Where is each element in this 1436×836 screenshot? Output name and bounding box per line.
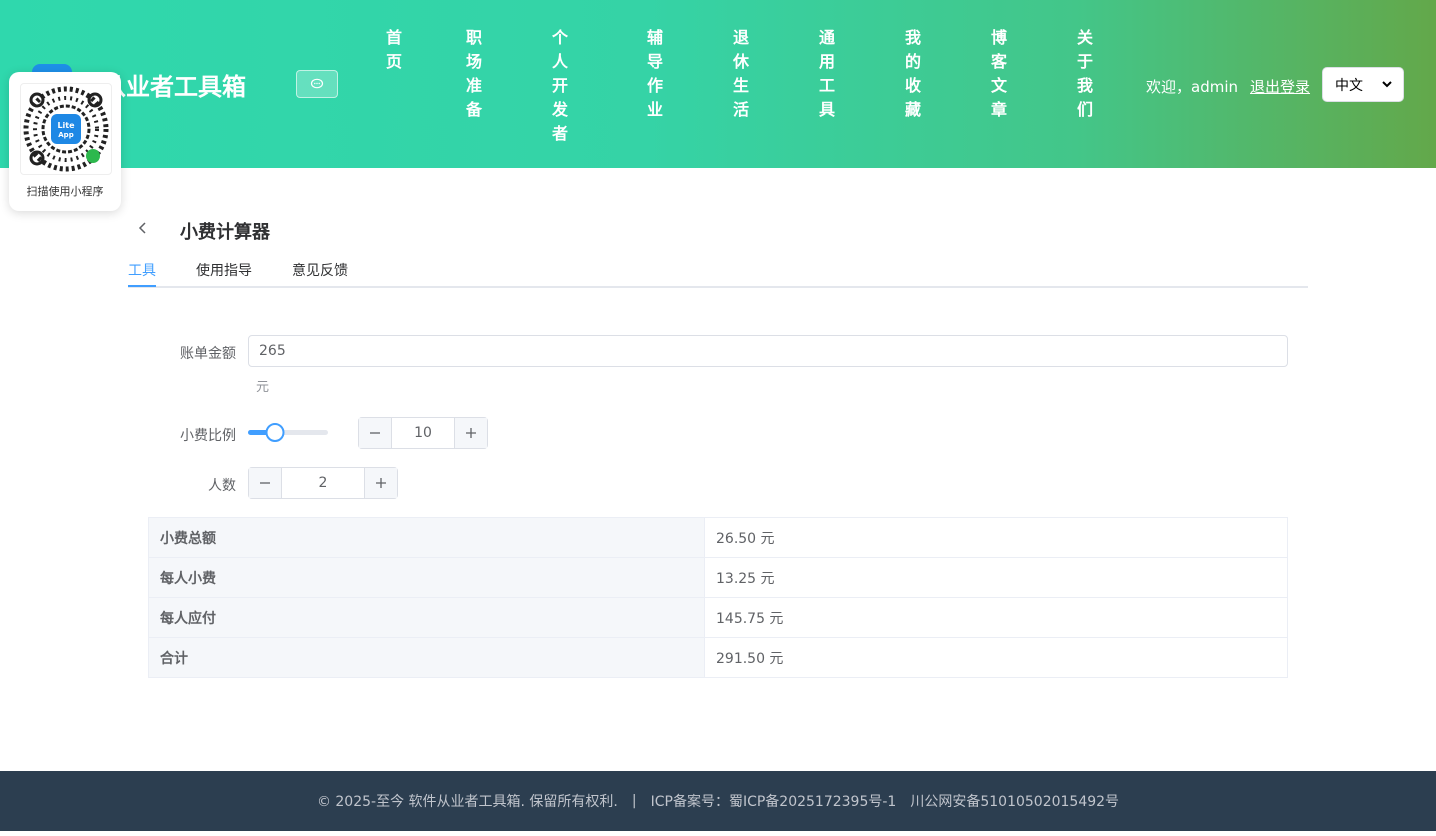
nav-blog[interactable]: 博客文章 (989, 26, 1009, 122)
nav-homework[interactable]: 辅导作业 (645, 26, 665, 122)
table-row: 小费总额 26.50 元 (148, 517, 1288, 558)
mini-program-qr-card: Lite App 扫描使用小程序 (9, 72, 121, 211)
bill-label: 账单金额 (180, 346, 236, 362)
nav-favorites[interactable]: 我的收藏 (903, 26, 923, 122)
people-decrease-button[interactable] (249, 468, 282, 498)
slider-handle[interactable] (265, 423, 285, 442)
people-stepper: 2 (248, 467, 398, 499)
qr-caption: 扫描使用小程序 (26, 185, 104, 198)
footer: © 2025-至今 软件从业者工具箱. 保留所有权利. | ICP备案号：蜀IC… (0, 771, 1436, 831)
svg-text:Lite: Lite (57, 121, 75, 130)
tip-rate-stepper: 10 (358, 417, 488, 449)
result-value: 291.50 元 (704, 637, 1288, 678)
chat-button[interactable] (296, 70, 338, 98)
result-value: 145.75 元 (704, 597, 1288, 638)
chevron-down-icon (1382, 81, 1392, 88)
bill-unit: 元 (256, 380, 270, 395)
tip-rate-slider[interactable] (248, 423, 328, 442)
tab-feedback[interactable]: 意见反馈 (292, 260, 348, 288)
page-title: 小费计算器 (180, 222, 270, 243)
tab-bar: 工具 使用指导 意见反馈 (128, 258, 1308, 288)
back-arrow-icon[interactable] (136, 219, 150, 237)
table-row: 每人应付 145.75 元 (148, 597, 1288, 638)
tab-guide[interactable]: 使用指导 (196, 260, 252, 288)
result-label: 小费总额 (148, 517, 705, 558)
result-table: 小费总额 26.50 元 每人小费 13.25 元 每人应付 145.75 元 … (148, 517, 1288, 678)
logout-link[interactable]: 退出登录 (1250, 76, 1310, 97)
top-header: 件从业者工具箱 首页 职场准备 个人开发者 辅导作业 退休生活 通用工具 我的收… (0, 0, 1436, 168)
plus-icon (466, 428, 476, 438)
result-label: 每人小费 (148, 557, 705, 598)
tip-increase-button[interactable] (454, 418, 487, 448)
people-increase-button[interactable] (364, 468, 397, 498)
nav-about[interactable]: 关于我们 (1075, 26, 1095, 122)
chat-bubble-icon (310, 78, 324, 89)
welcome-text: 欢迎，admin (1146, 78, 1238, 96)
minus-icon (370, 432, 380, 434)
qr-code: Lite App (20, 83, 112, 175)
nav-tools[interactable]: 通用工具 (817, 26, 837, 122)
table-row: 合计 291.50 元 (148, 637, 1288, 678)
svg-text:App: App (58, 131, 73, 139)
people-value[interactable]: 2 (282, 468, 364, 498)
nav-home[interactable]: 首页 (384, 26, 404, 74)
result-value: 26.50 元 (704, 517, 1288, 558)
minus-icon (260, 482, 270, 484)
footer-icp-link[interactable]: ICP备案号：蜀ICP备2025172395号-1 (651, 791, 897, 811)
tip-rate-label: 小费比例 (180, 428, 236, 444)
table-row: 每人小费 13.25 元 (148, 557, 1288, 598)
bill-amount-input[interactable]: 265 (248, 335, 1288, 367)
language-select[interactable]: 中文 (1322, 67, 1404, 102)
result-label: 合计 (148, 637, 705, 678)
tab-tool[interactable]: 工具 (128, 260, 156, 288)
result-label: 每人应付 (148, 597, 705, 638)
tip-rate-value[interactable]: 10 (392, 418, 454, 448)
nav-developer[interactable]: 个人开发者 (550, 26, 570, 146)
nav-retirement[interactable]: 退休生活 (731, 26, 751, 122)
people-label: 人数 (208, 478, 236, 494)
language-value: 中文 (1335, 77, 1363, 94)
plus-icon (376, 478, 386, 488)
result-value: 13.25 元 (704, 557, 1288, 598)
nav-career[interactable]: 职场准备 (464, 26, 484, 122)
footer-separator: | (631, 793, 637, 809)
active-tab-indicator (128, 285, 156, 287)
footer-police-link[interactable]: 川公网安备51010502015492号 (910, 791, 1119, 811)
qr-code-icon: Lite App (23, 86, 109, 172)
footer-copyright: © 2025-至今 软件从业者工具箱. 保留所有权利. (316, 794, 618, 810)
tip-decrease-button[interactable] (359, 418, 392, 448)
